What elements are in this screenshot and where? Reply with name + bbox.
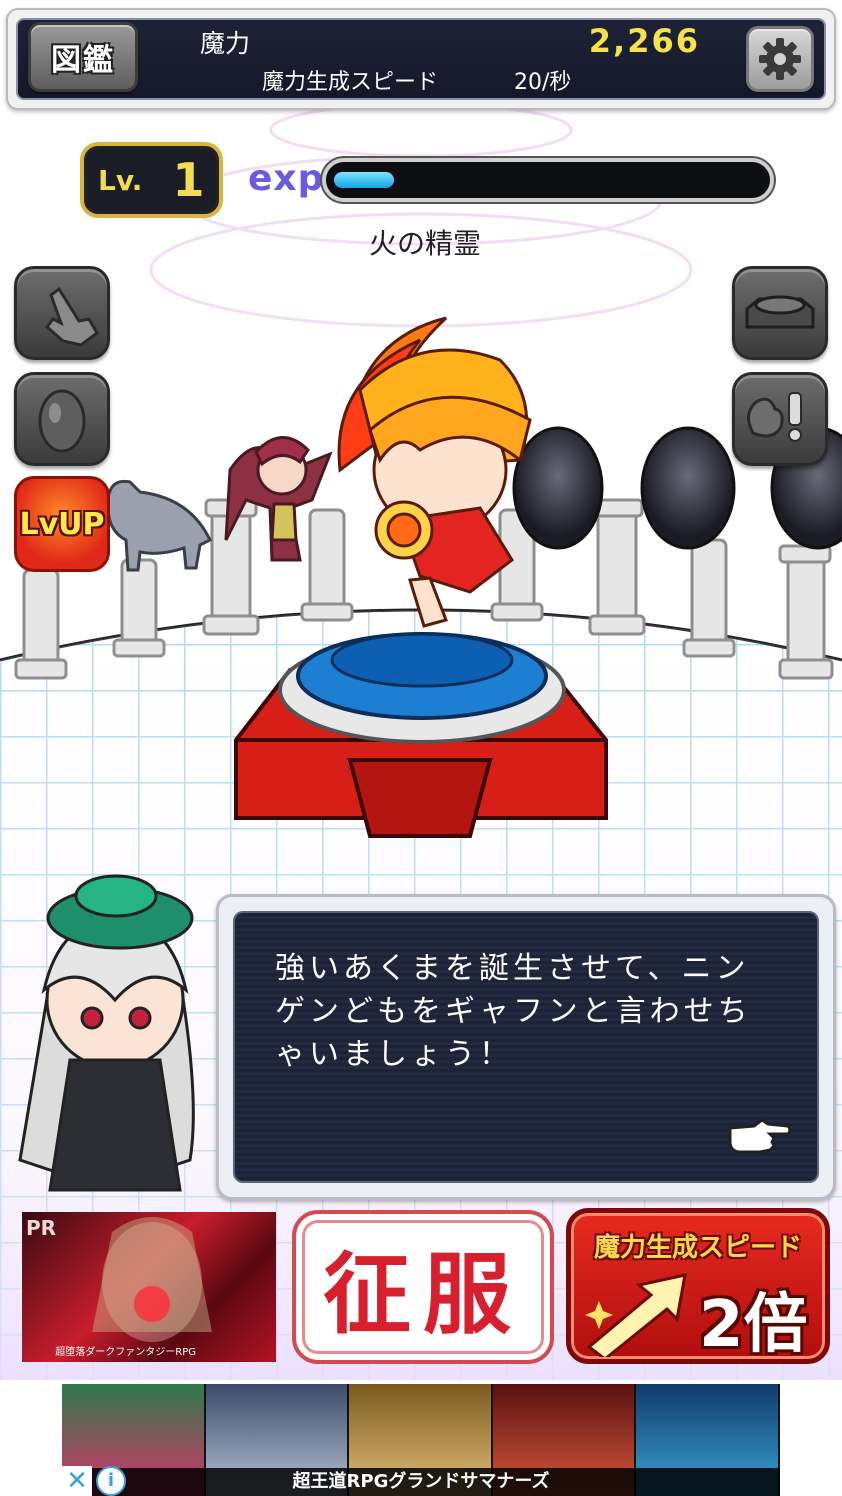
level-up-label: LvUP — [19, 506, 105, 542]
encyclopedia-label: 図鑑 — [51, 43, 115, 78]
altar-icon — [745, 295, 815, 329]
pr-caption: 超堕落ダークファンタジーRPG — [55, 1347, 196, 1358]
exp-label: exp — [248, 158, 325, 199]
gear-icon — [759, 38, 801, 80]
dialog-line: ゲンどもをギャフンと言わせち — [275, 994, 752, 1029]
pr-label: PR — [26, 1216, 57, 1240]
exp-bar — [322, 158, 774, 202]
dialog-line: ゃいましょう！ — [275, 1037, 513, 1072]
alert-icon — [747, 392, 802, 442]
mana-value: 2,266 — [588, 22, 700, 60]
ad-info-button[interactable]: i — [96, 1466, 126, 1496]
alert-button[interactable] — [732, 372, 828, 466]
ad-banner[interactable]: 超王道RPGグランドサマナーズ — [62, 1384, 780, 1496]
egg-button[interactable] — [14, 372, 110, 466]
dialog-text: 強いあくまを誕生させて、ニン ゲンどもをギャフンと言わせち ゃいましょう！ — [275, 947, 787, 1076]
pointing-hand-icon[interactable] — [724, 1112, 794, 1162]
mana-label: 魔力 — [200, 29, 251, 58]
speed-boost-multiplier: 2倍 — [699, 1288, 808, 1362]
up-arrow-icon — [585, 1273, 687, 1357]
ad-caption: 超王道RPGグランドサマナーズ — [62, 1468, 780, 1496]
pr-ad-banner[interactable]: PR 超堕落ダークファンタジーRPG — [22, 1212, 276, 1362]
dialog-line: 強いあくまを誕生させて、ニン — [275, 951, 750, 986]
settings-button[interactable] — [746, 26, 814, 92]
conquer-label: 征服 — [322, 1241, 523, 1346]
altar-button[interactable] — [732, 266, 828, 360]
tap-hand-icon — [44, 286, 99, 347]
egg-icon — [38, 389, 86, 453]
pr-ad-art — [92, 1217, 212, 1342]
level-badge: Lv. 1 — [80, 142, 223, 218]
monster-name: 火の精霊 — [368, 227, 481, 260]
exp-bar-fill — [334, 172, 394, 188]
ad-close-button[interactable]: ✕ — [62, 1466, 92, 1496]
level-value: 1 — [172, 153, 205, 207]
conquer-button[interactable]: 征服 — [292, 1210, 554, 1364]
tap-button[interactable] — [14, 266, 110, 360]
mana-speed-label: 魔力生成スピード — [262, 70, 439, 95]
encyclopedia-button[interactable]: 図鑑 — [28, 22, 138, 92]
mana-speed-value: 20/秒 — [514, 70, 572, 95]
speed-boost-button[interactable]: 魔力生成スピード 2倍 — [566, 1208, 830, 1364]
level-up-button[interactable]: LvUP — [14, 476, 110, 572]
speed-boost-title: 魔力生成スピード — [593, 1233, 802, 1263]
level-prefix: Lv. — [98, 163, 143, 197]
